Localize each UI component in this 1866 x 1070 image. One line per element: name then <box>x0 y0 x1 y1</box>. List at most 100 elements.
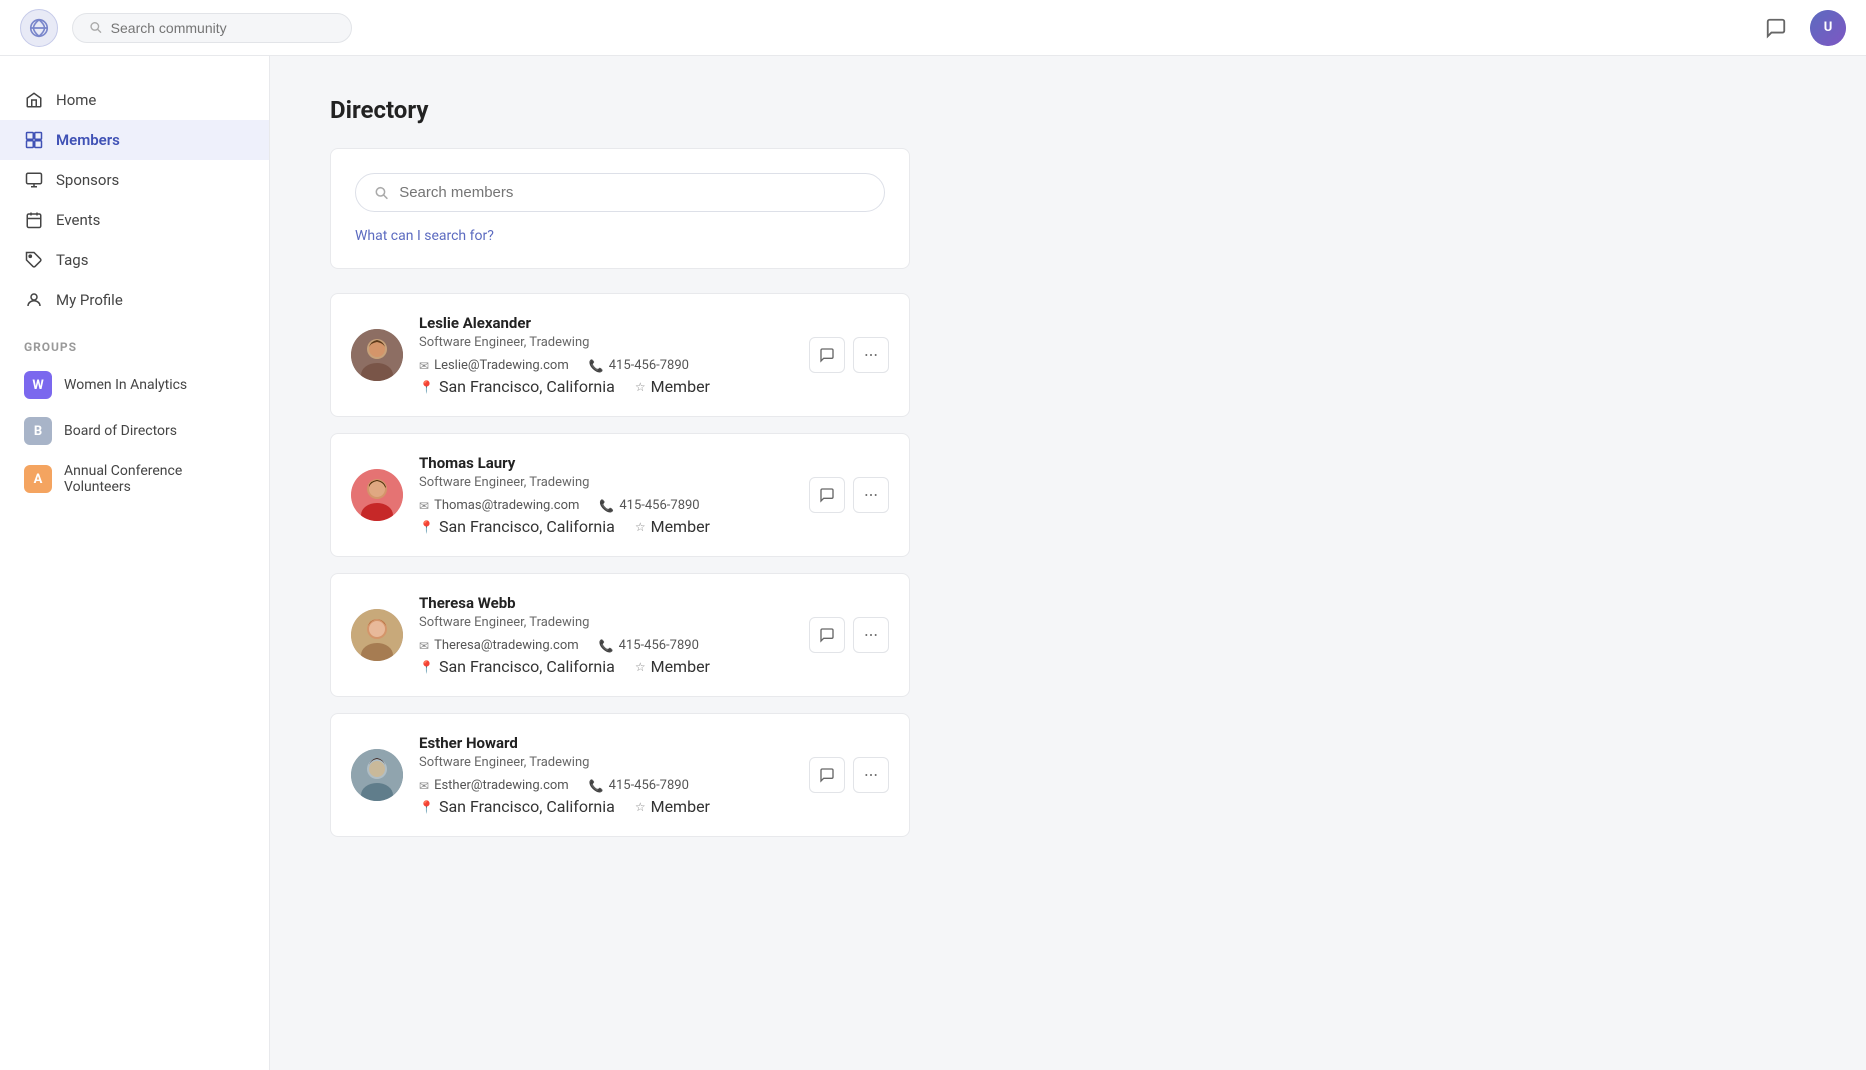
leslie-actions <box>809 337 889 373</box>
sidebar-label-sponsors: Sponsors <box>56 171 119 189</box>
person-icon <box>24 290 44 310</box>
leslie-avatar-img <box>351 329 403 381</box>
member-avatar-theresa <box>351 609 403 661</box>
events-icon <box>24 210 44 230</box>
esther-more-button[interactable] <box>853 757 889 793</box>
sidebar-item-members[interactable]: Members <box>0 120 269 160</box>
main-content: Directory What can I search for? <box>270 56 1866 1070</box>
leslie-more-button[interactable] <box>853 337 889 373</box>
bod-group-icon: B <box>24 417 52 445</box>
theresa-actions <box>809 617 889 653</box>
sidebar-group-bod-label: Board of Directors <box>64 423 177 439</box>
theresa-email: ✉ Theresa@tradewing.com <box>419 638 579 653</box>
member-list: Leslie Alexander Software Engineer, Trad… <box>330 293 910 853</box>
leslie-location: 📍 San Francisco, California <box>419 377 615 396</box>
member-name-theresa: Theresa Webb <box>419 594 793 612</box>
layout: Home Members Sponsors <box>0 56 1866 1070</box>
user-avatar[interactable]: U <box>1810 10 1846 46</box>
member-details-thomas: ✉ Thomas@tradewing.com 📞 415-456-7890 <box>419 498 793 513</box>
sidebar: Home Members Sponsors <box>0 56 270 1070</box>
theresa-message-button[interactable] <box>809 617 845 653</box>
esther-location-row: 📍 San Francisco, California ☆ Member <box>419 797 793 816</box>
thomas-message-button[interactable] <box>809 477 845 513</box>
thomas-phone: 📞 415-456-7890 <box>599 498 699 513</box>
esther-actions <box>809 757 889 793</box>
sidebar-group-acv-label: Annual Conference Volunteers <box>64 463 245 495</box>
esther-message-button[interactable] <box>809 757 845 793</box>
esther-role: ☆ Member <box>635 797 710 816</box>
topbar-search[interactable] <box>72 13 352 43</box>
topbar: U <box>0 0 1866 56</box>
member-info-thomas: Thomas Laury Software Engineer, Tradewin… <box>419 454 793 536</box>
search-hint[interactable]: What can I search for? <box>355 228 885 244</box>
sidebar-item-myprofile[interactable]: My Profile <box>0 280 269 320</box>
leslie-message-button[interactable] <box>809 337 845 373</box>
thomas-email: ✉ Thomas@tradewing.com <box>419 498 579 513</box>
members-icon <box>24 130 44 150</box>
topbar-right: U <box>1758 10 1846 46</box>
thomas-avatar-img <box>351 469 403 521</box>
sidebar-item-home[interactable]: Home <box>0 80 269 120</box>
thomas-location-row: 📍 San Francisco, California ☆ Member <box>419 517 793 536</box>
sidebar-label-myprofile: My Profile <box>56 291 123 309</box>
member-details-leslie: ✉ Leslie@Tradewing.com 📞 415-456-7890 <box>419 358 793 373</box>
member-card-thomas: Thomas Laury Software Engineer, Tradewin… <box>330 433 910 557</box>
member-info-theresa: Theresa Webb Software Engineer, Tradewin… <box>419 594 793 676</box>
sidebar-group-bod[interactable]: B Board of Directors <box>0 408 269 454</box>
sidebar-group-wia-label: Women In Analytics <box>64 377 187 393</box>
sponsors-icon <box>24 170 44 190</box>
esther-email: ✉ Esther@tradewing.com <box>419 778 569 793</box>
sidebar-group-wia[interactable]: W Women In Analytics <box>0 362 269 408</box>
theresa-phone: 📞 415-456-7890 <box>599 638 699 653</box>
acv-group-icon: A <box>24 465 52 493</box>
leslie-phone: 📞 415-456-7890 <box>589 358 689 373</box>
search-card: What can I search for? <box>330 148 910 269</box>
member-card-leslie: Leslie Alexander Software Engineer, Trad… <box>330 293 910 417</box>
theresa-avatar-img <box>351 609 403 661</box>
esther-avatar-img <box>351 749 403 801</box>
member-details-esther: ✉ Esther@tradewing.com 📞 415-456-7890 <box>419 778 793 793</box>
member-avatar-esther <box>351 749 403 801</box>
sidebar-label-events: Events <box>56 211 100 229</box>
esther-phone: 📞 415-456-7890 <box>589 778 689 793</box>
topbar-left <box>20 9 352 47</box>
member-name-thomas: Thomas Laury <box>419 454 793 472</box>
logo-icon[interactable] <box>20 9 58 47</box>
theresa-location-row: 📍 San Francisco, California ☆ Member <box>419 657 793 676</box>
groups-section-title: Groups <box>0 320 269 362</box>
thomas-role: ☆ Member <box>635 517 710 536</box>
member-name-esther: Esther Howard <box>419 734 793 752</box>
tags-icon <box>24 250 44 270</box>
member-avatar-thomas <box>351 469 403 521</box>
sidebar-label-home: Home <box>56 91 96 109</box>
page-title: Directory <box>330 96 1806 124</box>
member-title-esther: Software Engineer, Tradewing <box>419 755 793 770</box>
member-search-input[interactable] <box>399 184 866 201</box>
topbar-search-input[interactable] <box>111 20 335 36</box>
member-card-theresa: Theresa Webb Software Engineer, Tradewin… <box>330 573 910 697</box>
sidebar-item-tags[interactable]: Tags <box>0 240 269 280</box>
member-info-esther: Esther Howard Software Engineer, Tradewi… <box>419 734 793 816</box>
theresa-role: ☆ Member <box>635 657 710 676</box>
phone-icon: 📞 <box>589 359 604 373</box>
member-info-leslie: Leslie Alexander Software Engineer, Trad… <box>419 314 793 396</box>
member-name-leslie: Leslie Alexander <box>419 314 793 332</box>
sidebar-group-acv[interactable]: A Annual Conference Volunteers <box>0 454 269 504</box>
sidebar-item-sponsors[interactable]: Sponsors <box>0 160 269 200</box>
theresa-location: 📍 San Francisco, California <box>419 657 615 676</box>
member-title-theresa: Software Engineer, Tradewing <box>419 615 793 630</box>
messages-icon[interactable] <box>1758 10 1794 46</box>
leslie-location-row: 📍 San Francisco, California ☆ Member <box>419 377 793 396</box>
member-search-container[interactable] <box>355 173 885 212</box>
home-icon <box>24 90 44 110</box>
thomas-more-button[interactable] <box>853 477 889 513</box>
member-card-esther: Esther Howard Software Engineer, Tradewi… <box>330 713 910 837</box>
wia-group-icon: W <box>24 371 52 399</box>
sidebar-item-events[interactable]: Events <box>0 200 269 240</box>
thomas-location: 📍 San Francisco, California <box>419 517 615 536</box>
member-title-leslie: Software Engineer, Tradewing <box>419 335 793 350</box>
member-search-icon <box>374 185 389 201</box>
theresa-more-button[interactable] <box>853 617 889 653</box>
member-details-theresa: ✉ Theresa@tradewing.com 📞 415-456-7890 <box>419 638 793 653</box>
esther-location: 📍 San Francisco, California <box>419 797 615 816</box>
